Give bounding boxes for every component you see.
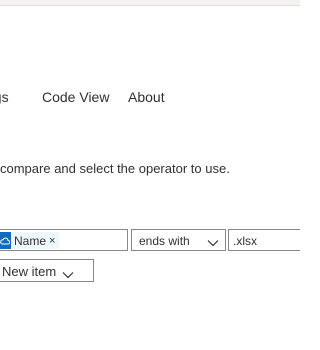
value-input-text: .xlsx xyxy=(233,234,257,248)
tab-about[interactable]: About xyxy=(128,89,165,105)
cloud-icon xyxy=(0,232,11,249)
page: ngs Code View About compare and select t… xyxy=(0,0,300,350)
value-input[interactable]: .xlsx xyxy=(228,229,300,251)
field-token-label: Name xyxy=(14,233,47,248)
chevron-down-icon xyxy=(62,267,74,282)
tab-code-view[interactable]: Code View xyxy=(42,89,109,105)
operator-selected-value: ends with xyxy=(139,234,190,248)
remove-token-button[interactable]: × xyxy=(49,235,55,247)
chevron-down-icon xyxy=(207,236,219,250)
new-item-label: New item xyxy=(2,264,57,279)
field-token-box[interactable]: Name × xyxy=(0,229,128,251)
field-token[interactable]: Name × xyxy=(0,232,60,249)
new-item-button[interactable]: New item xyxy=(0,259,94,282)
instruction-text: compare and select the operator to use. xyxy=(0,161,230,176)
operator-dropdown[interactable]: ends with xyxy=(131,229,226,251)
tab-settings[interactable]: ngs xyxy=(0,89,9,105)
top-edge xyxy=(0,0,300,6)
